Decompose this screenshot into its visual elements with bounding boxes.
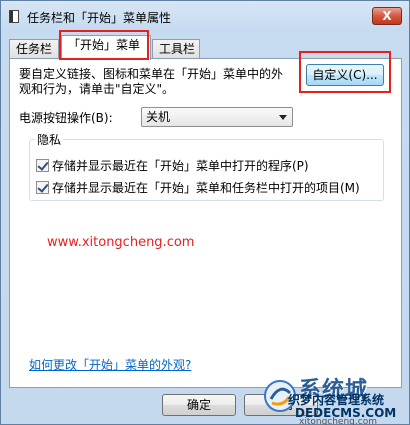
ok-button[interactable]: 确定 — [162, 394, 236, 416]
privacy-recent-programs[interactable]: 存储并显示最近在「开始」菜单中打开的程序(P) — [36, 159, 309, 175]
logo-line3: xitongcheng.com — [299, 417, 377, 425]
recent-items-checkbox[interactable] — [36, 181, 49, 194]
tab-taskbar[interactable]: 任务栏 — [9, 39, 59, 59]
title-bar[interactable]: 任务栏和「开始」菜单属性 X — [1, 1, 409, 31]
window-title: 任务栏和「开始」菜单属性 — [27, 11, 172, 25]
properties-dialog: 任务栏和「开始」菜单属性 X 任务栏 「开始」菜单 工具栏 要自定义链接、图标和… — [0, 0, 410, 425]
tab-toolbars[interactable]: 工具栏 — [152, 39, 200, 59]
close-button[interactable]: X — [372, 7, 402, 25]
description-text: 要自定义链接、图标和菜单在「开始」菜单中的外观和行为，请单击"自定义"。 — [19, 67, 284, 96]
watermark-url: www.xitongcheng.com — [47, 235, 195, 250]
highlight-box-tab — [59, 30, 149, 60]
highlight-box-customize — [299, 51, 391, 93]
recent-programs-label: 存储并显示最近在「开始」菜单中打开的程序(P) — [52, 159, 309, 173]
recent-items-label: 存储并显示最近在「开始」菜单和任务栏中打开的项目(M) — [52, 181, 360, 195]
power-button-select[interactable]: 关机 — [141, 107, 293, 127]
privacy-recent-items[interactable]: 存储并显示最近在「开始」菜单和任务栏中打开的项目(M) — [36, 181, 360, 197]
help-link[interactable]: 如何更改「开始」菜单的外观? — [29, 356, 191, 373]
recent-programs-checkbox[interactable] — [36, 159, 49, 172]
power-button-value: 关机 — [146, 110, 171, 124]
privacy-group-title: 隐私 — [35, 131, 64, 148]
close-icon: X — [382, 9, 392, 23]
site-logo-overlay: 系统城 织梦内容管理系统 DEDECMS.COM xitongcheng.com — [263, 369, 410, 425]
chevron-down-icon — [279, 115, 287, 120]
power-button-label: 电源按钮操作(B): — [19, 111, 113, 125]
window-app-icon — [9, 10, 19, 23]
